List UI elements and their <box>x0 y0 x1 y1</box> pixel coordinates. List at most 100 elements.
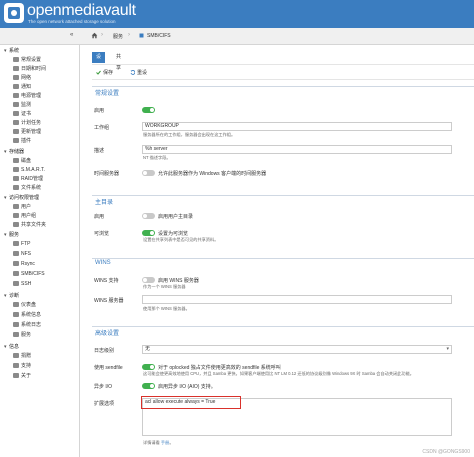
home-enable-text: 启用用户主目录 <box>158 214 194 220</box>
tab-shares[interactable]: 共享 <box>112 52 125 71</box>
info-icon <box>13 311 19 317</box>
save-button[interactable]: 保存 <box>96 69 113 76</box>
log-level-select[interactable]: 无 ▾ <box>142 345 452 354</box>
sidebar-item-datetime[interactable]: 日期和时间 <box>13 65 46 74</box>
sidebar-item-smb[interactable]: SMB/CIFS <box>13 270 45 279</box>
sidebar-group-services[interactable]: ▾ 服务 <box>4 231 19 240</box>
sidebar-item-general[interactable]: 常规设置 <box>13 56 41 65</box>
sidebar-item-scheduled-jobs[interactable]: 计划任务 <box>13 119 41 128</box>
panel-wins: WINS WINS 支持 启用 WINS 服务器 作为一个 WINS 服务器 W… <box>92 258 474 318</box>
settings-icon <box>13 56 19 62</box>
tab-settings[interactable]: 设置 <box>92 52 106 71</box>
mail-icon <box>13 83 19 89</box>
sidebar-item-ftp[interactable]: FTP <box>13 240 30 249</box>
sidebar-item-groups[interactable]: 用户组 <box>13 212 36 221</box>
wins-server-label: WINS 服务器 <box>94 298 124 304</box>
sidebar-group-access[interactable]: ▾ 访问权限管理 <box>4 194 39 203</box>
collapse-sidebar-icon[interactable]: « <box>70 32 73 38</box>
home-icon[interactable] <box>91 32 98 41</box>
description-input[interactable]: %h server <box>142 145 452 154</box>
sidebar-item-raid[interactable]: RAID管理 <box>13 175 43 184</box>
sidebar-item-system-info[interactable]: 系统信息 <box>13 311 41 320</box>
breadcrumb-service[interactable]: 服务 <box>113 33 123 40</box>
brand-tagline: The open network attached storage soluti… <box>28 19 116 24</box>
wins-support-label: WINS 支持 <box>94 278 119 284</box>
sidebar-item-users[interactable]: 用户 <box>13 203 31 212</box>
chart-icon <box>13 101 19 107</box>
async-io-label: 异步 I/O <box>94 384 113 390</box>
sidebar-item-system-logs[interactable]: 系统日志 <box>13 321 41 330</box>
shared-folder-icon <box>13 221 19 227</box>
sidebar-item-certificates[interactable]: 证书 <box>13 110 31 119</box>
sidebar-item-plugins[interactable]: 插件 <box>13 137 31 146</box>
chevron-down-icon: ▾ <box>446 346 449 352</box>
dashboard-icon <box>13 301 19 307</box>
sidebar-item-rsync[interactable]: Rsync <box>13 260 35 269</box>
wins-server-help: 使用那个 WINS 服务器。 <box>143 306 190 311</box>
reset-button[interactable]: 重设 <box>130 69 147 76</box>
nfs-icon <box>13 250 19 256</box>
power-icon <box>13 92 19 98</box>
support-icon <box>13 362 19 368</box>
watermark: CSDN @GONGS900 <box>422 449 470 455</box>
terminal-icon <box>13 280 19 286</box>
async-io-toggle[interactable] <box>142 383 155 389</box>
sidebar-item-notification[interactable]: 通知 <box>13 83 31 92</box>
sidebar-item-nfs[interactable]: NFS <box>13 250 31 259</box>
certificate-icon <box>13 110 19 116</box>
workgroup-input[interactable]: WORKGROUP <box>142 122 452 131</box>
breadcrumb-bar: « › 服务 › SMB/CIFS <box>0 28 474 45</box>
timeserver-text: 允许此服务器作为 Windows 客户端的时间服务器 <box>158 171 267 177</box>
extra-options-help: 详情请看 手册。 <box>143 440 174 445</box>
sidebar-item-shared-folders[interactable]: 共享文件夹 <box>13 221 46 230</box>
timeserver-toggle[interactable] <box>142 170 155 176</box>
omv-logo-icon <box>4 3 24 23</box>
sidebar-item-monitoring[interactable]: 监测 <box>13 101 31 110</box>
sidebar-group-diagnostics[interactable]: ▾ 诊断 <box>4 292 19 301</box>
sidebar-item-network[interactable]: 网络 <box>13 74 31 83</box>
async-io-text: 启用异步 I/O (AIO) 支持。 <box>158 384 216 390</box>
panel-advanced-title: 高级设置 <box>95 331 120 337</box>
wins-server-input[interactable] <box>142 295 452 304</box>
breadcrumb-separator-icon: › <box>101 32 103 38</box>
breadcrumb-current-smb-icon <box>139 33 144 40</box>
sync-icon <box>13 260 19 266</box>
sidebar-item-smart[interactable]: S.M.A.R.T. <box>13 166 45 175</box>
sidebar-item-disks[interactable]: 磁盘 <box>13 157 31 166</box>
sidebar-group-info[interactable]: ▾ 信息 <box>4 343 19 352</box>
download-icon <box>13 128 19 134</box>
sidebar-item-donate[interactable]: 捐赠 <box>13 352 31 361</box>
sidebar-item-about[interactable]: 关于 <box>13 372 31 381</box>
sidebar-item-update[interactable]: 更新管理 <box>13 128 41 137</box>
sidebar-item-ssh[interactable]: SSH <box>13 280 31 289</box>
sidebar-group-storage[interactable]: ▾ 存储器 <box>4 148 24 157</box>
info-circle-icon <box>13 372 19 378</box>
heartbeat-icon <box>13 166 19 172</box>
services-icon <box>13 331 19 337</box>
home-enable-toggle[interactable] <box>142 213 155 219</box>
home-enable-label: 启用 <box>94 214 105 220</box>
general-enable-toggle[interactable] <box>142 107 155 113</box>
general-enable-label: 启用 <box>94 108 105 114</box>
browseable-label: 可浏览 <box>94 231 110 237</box>
breadcrumb-current: SMB/CIFS <box>147 33 171 39</box>
wins-support-text: 启用 WINS 服务器 <box>158 278 199 284</box>
wins-support-toggle[interactable] <box>142 277 155 283</box>
panel-wins-title: WINS <box>95 260 111 266</box>
sendfile-toggle[interactable] <box>142 364 155 370</box>
browseable-toggle[interactable] <box>142 230 155 236</box>
sidebar-item-filesystems[interactable]: 文件系统 <box>13 184 41 193</box>
top-bar: openmediavault The open network attached… <box>0 0 474 28</box>
workgroup-label: 工作组 <box>94 125 110 131</box>
sidebar-item-diag-services[interactable]: 服务 <box>13 331 31 340</box>
browseable-help: 设置在共享列表中是否可见的共享资料。 <box>143 237 219 242</box>
sidebar-item-support[interactable]: 支持 <box>13 362 31 371</box>
sidebar-item-power[interactable]: 电源管理 <box>13 92 41 101</box>
panel-general-title: 常规设置 <box>95 91 120 97</box>
timeserver-label: 时间服务器 <box>94 171 120 177</box>
browseable-text: 设置为可浏览 <box>158 231 189 237</box>
sidebar-group-system[interactable]: ▾ 系统 <box>4 47 19 56</box>
breadcrumb-separator-icon: › <box>128 32 130 38</box>
sidebar-item-dashboard[interactable]: 仪表盘 <box>13 301 36 310</box>
ftp-icon <box>13 240 19 246</box>
